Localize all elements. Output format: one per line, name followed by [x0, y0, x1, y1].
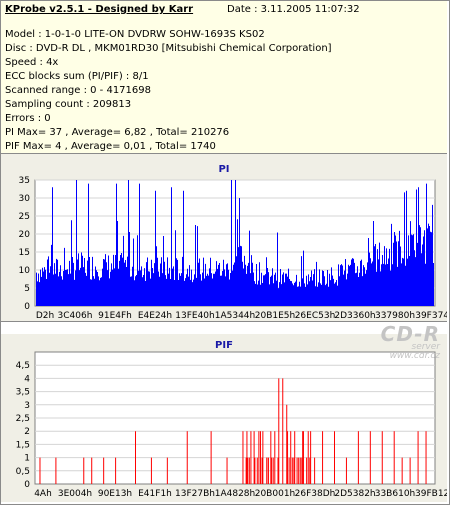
- pi-y-tick-label: 0: [24, 302, 30, 312]
- pi-x-tick-label: 2D3360h: [334, 311, 375, 321]
- pif-x-tick-label: 20B001h: [255, 489, 296, 499]
- pif-y-tick-label: 3: [24, 401, 30, 411]
- info-sampling-count: Sampling count : 209813: [5, 99, 132, 110]
- pif-x-tick-label: 13F27Bh: [175, 489, 215, 499]
- pif-y-tick-label: 1,5: [16, 440, 30, 450]
- pi-x-tick-label: 39F374h: [415, 311, 447, 321]
- pi-chart: 0 5 10 15 20 25 30 35 D2h 3C406h 91E4Fh E4E24h 13FE4…: [19, 176, 450, 321]
- pif-y-tick-label: 0,5: [16, 467, 30, 477]
- pif-y-tick-label: 2,5: [16, 414, 30, 424]
- pi-y-tick-label: 25: [19, 212, 30, 222]
- pif-y-tick-label: 1: [24, 454, 30, 464]
- pi-x-tick-label: E4E24h: [138, 311, 172, 321]
- pi-y-tick-label: 30: [19, 194, 31, 204]
- pi-y-tick-label: 5: [24, 284, 30, 294]
- pif-x-tick-label: 4Ah: [34, 489, 52, 499]
- info-errors: Errors : 0: [5, 113, 51, 124]
- pif-y-tick-label: 3,5: [16, 388, 30, 398]
- scan-date: Date : 3.11.2005 11:07:32: [227, 4, 360, 15]
- pi-x-tick-label: 337980h: [375, 311, 415, 321]
- program-title: KProbe v2.5.1 - Designed by Karr: [5, 4, 194, 15]
- watermark-url: www.cdr.cz: [389, 351, 440, 361]
- pif-y-tick-label: 4: [24, 374, 30, 384]
- pi-x-tick-label: 13FE40h: [175, 311, 214, 321]
- pi-x-tick-label: 20B1E5h: [255, 311, 295, 321]
- pif-x-tick-label: 39FB12h: [415, 489, 447, 499]
- pi-x-tick-label: 26EC53h: [295, 311, 336, 321]
- pi-x-tick-label: D2h: [36, 311, 54, 321]
- info-pif-summary: PIF Max= 4 , Average= 0,01 , Total= 1740: [5, 141, 216, 152]
- pi-x-tick-label: 1A5344h: [215, 311, 256, 321]
- info-disc: Disc : DVD-R DL , MKM01RD30 [Mitsubishi …: [5, 43, 332, 54]
- pif-x-tick-label: 1A4828h: [215, 489, 256, 499]
- pif-x-tick-label: 26F38Dh: [295, 489, 336, 499]
- pif-y-tick-label: 0: [24, 480, 30, 490]
- info-panel: KProbe v2.5.1 - Designed by Karr Date : …: [1, 1, 447, 154]
- info-scanned-range: Scanned range : 0 - 4171698: [5, 85, 151, 96]
- cdr-server-watermark: CD-R server www.cdr.cz: [381, 322, 440, 361]
- pif-x-tick-label: 90E13h: [98, 489, 132, 499]
- pif-x-tick-label: 2D5382h: [334, 489, 375, 499]
- info-pi-summary: PI Max= 37 , Average= 6,82 , Total= 2102…: [5, 127, 230, 138]
- pi-chart-title: PI: [218, 164, 230, 175]
- pi-y-tick-label: 10: [19, 266, 31, 276]
- pif-y-tick-label: 2: [24, 427, 30, 437]
- pi-x-tick-label: 3C406h: [58, 311, 93, 321]
- pi-y-tick-label: 15: [19, 248, 30, 258]
- info-ecc-blocks: ECC blocks sum (PI/PIF) : 8/1: [5, 71, 149, 82]
- pi-chart-panel: PI 0 5 10 15 20 25 30 35 D2h 3C406h 91E4Fh E4E24h 13…: [1, 154, 450, 322]
- pif-x-tick-label: 33B610h: [375, 489, 416, 499]
- pi-x-tick-label: 91E4Fh: [98, 311, 132, 321]
- pi-y-tick-label: 20: [19, 230, 31, 240]
- info-speed: Speed : 4x: [5, 57, 59, 68]
- pif-y-tick-label: 4,5: [16, 361, 30, 371]
- pi-y-tick-label: 35: [19, 176, 30, 186]
- info-model: Model : 1-0-1-0 LITE-ON DVDRW SOHW-1693S…: [5, 29, 265, 40]
- pif-x-tick-label: E41F1h: [138, 489, 172, 499]
- pif-x-tick-label: 3E004h: [58, 489, 92, 499]
